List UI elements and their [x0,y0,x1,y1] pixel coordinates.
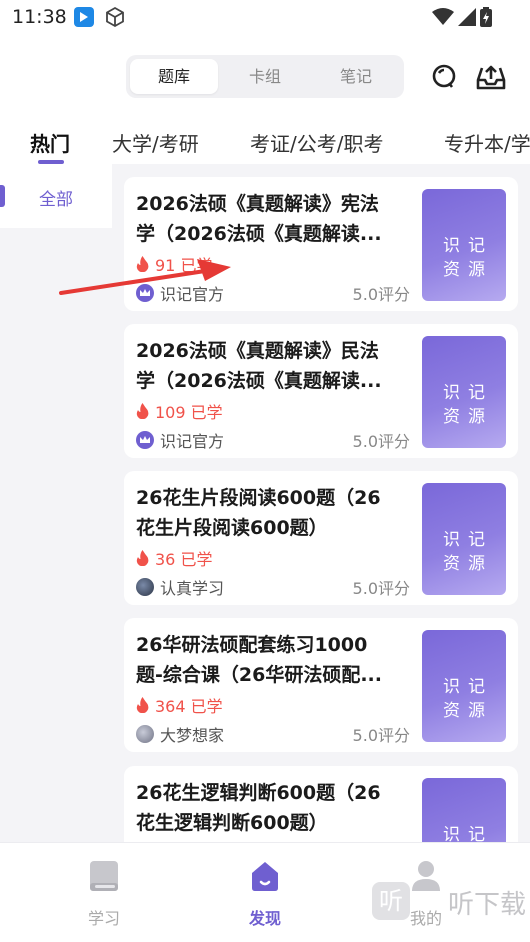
question-bank-card[interactable]: 26华研法硕配套练习1000 题-综合课（26华研法硕配... 364 已学 大梦… [124,618,518,752]
avatar [136,578,154,596]
red-arrow-annotation [59,259,231,295]
tab-card-deck[interactable]: 卡组 [221,59,309,94]
card-title: 26花生逻辑判断600题（26 花生逻辑判断600题） [136,782,381,834]
category-tab-upgrade[interactable]: 专升本/学 [444,128,530,157]
category-tab-certification[interactable]: 考证/公考/职考 [250,128,383,157]
flame-icon [136,403,149,419]
card-rating: 5.0评分 [352,432,410,451]
card-title: 2026法硕《真题解读》民法 学（2026法硕《真题解读... [136,340,382,392]
card-cover: 识记 资源 [422,189,506,301]
status-bar: 11:38 [0,0,530,36]
question-bank-card[interactable]: 2026法硕《真题解读》民法 学（2026法硕《真题解读... 109 已学 识记… [124,324,518,458]
book-icon [90,861,118,891]
card-cover: 识记 资源 [422,630,506,742]
card-author: 认真学习 [136,575,224,599]
app-notification-icon [74,7,94,27]
content-type-switch: 题库 卡组 笔记 [126,55,404,98]
signal-icon [458,8,476,30]
category-tabs: 热门 大学/考研 考证/公考/职考 专升本/学 [0,120,530,164]
upload-tray-icon [476,65,506,90]
card-rating: 5.0评分 [352,285,410,304]
nav-label: 发现 [248,909,281,928]
nav-discover[interactable]: 发现 [205,843,325,942]
sidebar-item-label: 全部 [39,190,73,210]
card-rating: 5.0评分 [352,579,410,598]
avatar [136,725,154,743]
studied-count: 364 已学 [136,693,223,717]
search-icon [432,64,456,88]
battery-icon [480,7,492,31]
tab-question-bank[interactable]: 题库 [130,59,218,94]
official-crown-icon [136,431,154,449]
card-title: 26花生片段阅读600题（26 花生片段阅读600题） [136,487,381,539]
upload-button[interactable] [474,60,508,94]
nav-label: 学习 [87,909,120,928]
card-author: 识记官方 [136,428,224,452]
sidebar-item-all[interactable]: 全部 [0,164,112,228]
card-cover: 识记 资源 [422,336,506,448]
category-tab-university[interactable]: 大学/考研 [112,128,199,157]
nav-study[interactable]: 学习 [44,843,164,942]
status-time: 11:38 [12,6,67,28]
card-title: 2026法硕《真题解读》宪法 学（2026法硕《真题解读... [136,193,382,245]
cube-icon [104,6,126,32]
wifi-icon [432,8,454,30]
tab-notes[interactable]: 笔记 [312,59,400,94]
home-icon [252,862,278,891]
card-author: 大梦想家 [136,722,224,746]
card-title: 26华研法硕配套练习1000 题-综合课（26华研法硕配... [136,634,382,686]
studied-count: 109 已学 [136,399,223,423]
card-rating: 5.0评分 [352,726,410,745]
flame-icon [136,697,149,713]
card-cover: 识记 资源 [422,483,506,595]
question-bank-card[interactable]: 26花生片段阅读600题（26 花生片段阅读600题） 36 已学 认真学习 5.… [124,471,518,605]
flame-icon [136,550,149,566]
watermark-logo: 听 听下载 [370,874,530,934]
search-button[interactable] [428,60,462,94]
studied-count: 36 已学 [136,546,212,570]
category-tab-hot[interactable]: 热门 [30,128,70,157]
